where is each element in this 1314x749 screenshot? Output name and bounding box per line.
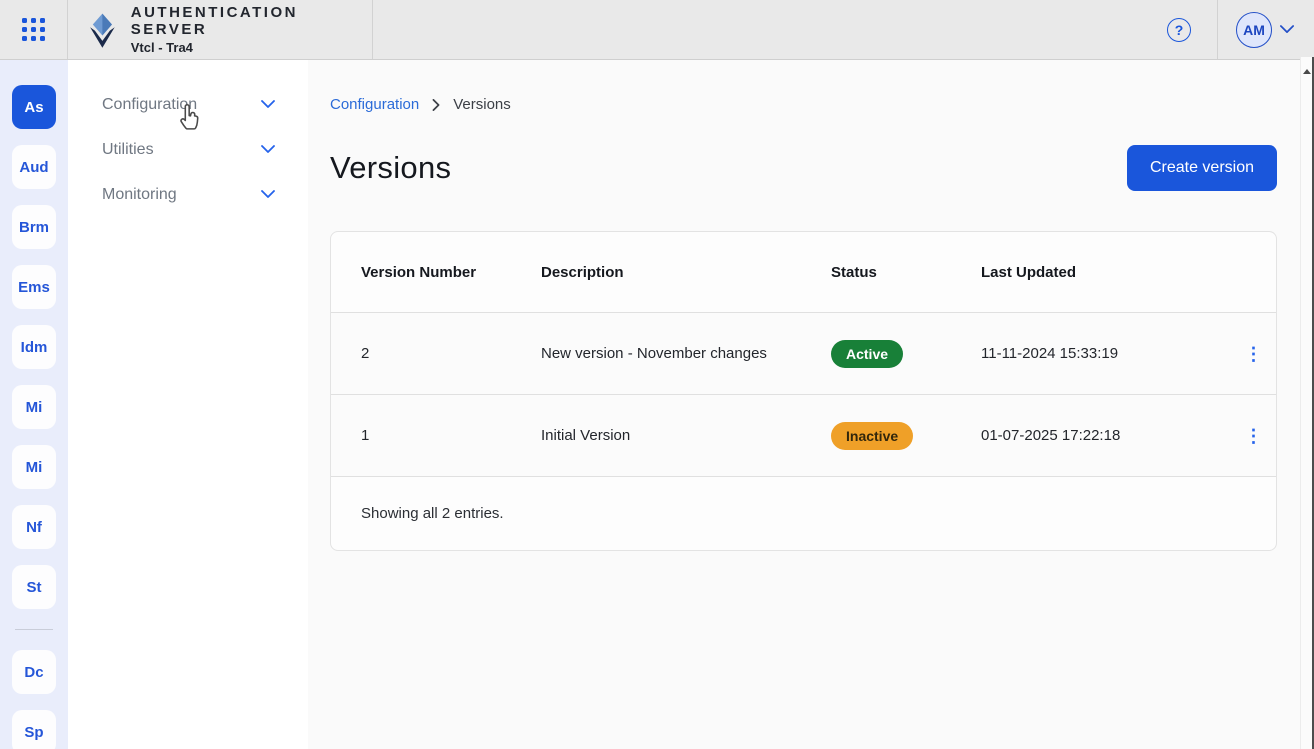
sidebar-item-configuration[interactable]: Configuration bbox=[68, 82, 308, 127]
app-title: AUTHENTICATION SERVER bbox=[131, 4, 372, 38]
column-header-status: Status bbox=[831, 264, 981, 281]
column-header-description: Description bbox=[541, 264, 831, 281]
breadcrumb: Configuration Versions bbox=[330, 96, 1277, 113]
cell-version-number: 1 bbox=[361, 427, 541, 444]
table-row: 2 New version - November changes Active … bbox=[331, 312, 1276, 394]
app-subtitle: Vtcl - Tra4 bbox=[131, 40, 372, 55]
rail-item-ems[interactable]: Ems bbox=[12, 265, 56, 309]
sidebar-item-utilities[interactable]: Utilities bbox=[68, 127, 308, 172]
chevron-down-icon bbox=[261, 190, 275, 199]
help-icon: ? bbox=[1175, 22, 1184, 38]
rail-item-mi-1[interactable]: Mi bbox=[12, 385, 56, 429]
create-version-button[interactable]: Create version bbox=[1127, 145, 1277, 191]
breadcrumb-link-configuration[interactable]: Configuration bbox=[330, 96, 419, 113]
chevron-down-icon bbox=[1280, 25, 1294, 34]
sidebar-item-monitoring[interactable]: Monitoring bbox=[68, 172, 308, 217]
avatar: AM bbox=[1236, 12, 1272, 48]
table-entries-summary: Showing all 2 entries. bbox=[331, 476, 1276, 550]
main-content: Configuration Versions Versions Create v… bbox=[308, 60, 1314, 749]
help-button[interactable]: ? bbox=[1167, 18, 1191, 42]
page-title: Versions bbox=[330, 150, 451, 186]
table-row: 1 Initial Version Inactive 01-07-2025 17… bbox=[331, 394, 1276, 476]
chevron-down-icon bbox=[261, 145, 275, 154]
column-header-last-updated: Last Updated bbox=[981, 264, 1231, 281]
rail-item-aud[interactable]: Aud bbox=[12, 145, 56, 189]
chevron-down-icon bbox=[261, 100, 275, 109]
rail-item-dc[interactable]: Dc bbox=[12, 650, 56, 694]
cell-description: New version - November changes bbox=[541, 345, 831, 362]
cell-last-updated: 01-07-2025 17:22:18 bbox=[981, 427, 1231, 444]
rail-item-sp[interactable]: Sp bbox=[12, 710, 56, 749]
table-header-row: Version Number Description Status Last U… bbox=[331, 232, 1276, 312]
app-logo-icon bbox=[86, 12, 119, 48]
cell-version-number: 2 bbox=[361, 345, 541, 362]
cell-description: Initial Version bbox=[541, 427, 831, 444]
sidebar-item-label: Utilities bbox=[102, 141, 154, 159]
brand: AUTHENTICATION SERVER Vtcl - Tra4 bbox=[68, 0, 373, 59]
scroll-up-arrow-icon[interactable] bbox=[1303, 69, 1311, 74]
app-launcher-button[interactable] bbox=[0, 0, 68, 59]
sidebar-nav: Configuration Utilities Monitoring bbox=[68, 60, 308, 749]
sidebar-item-label: Configuration bbox=[102, 96, 197, 114]
status-badge: Active bbox=[831, 340, 903, 368]
rail-item-st[interactable]: St bbox=[12, 565, 56, 609]
account-menu[interactable]: AM bbox=[1218, 0, 1314, 59]
cell-last-updated: 11-11-2024 15:33:19 bbox=[981, 345, 1231, 362]
rail-item-mi-2[interactable]: Mi bbox=[12, 445, 56, 489]
versions-table: Version Number Description Status Last U… bbox=[330, 231, 1277, 551]
page-scrollbar[interactable] bbox=[1300, 57, 1314, 749]
top-header: AUTHENTICATION SERVER Vtcl - Tra4 ? AM bbox=[0, 0, 1314, 60]
rail-item-idm[interactable]: Idm bbox=[12, 325, 56, 369]
rail-item-nf[interactable]: Nf bbox=[12, 505, 56, 549]
app-grid-icon bbox=[22, 18, 45, 41]
column-header-version-number: Version Number bbox=[361, 264, 541, 281]
rail-item-brm[interactable]: Brm bbox=[12, 205, 56, 249]
row-actions-kebab-icon[interactable]: ⋮ bbox=[1237, 423, 1271, 449]
chevron-right-icon bbox=[431, 99, 441, 111]
rail-divider bbox=[15, 629, 53, 630]
sidebar-item-label: Monitoring bbox=[102, 186, 177, 204]
row-actions-kebab-icon[interactable]: ⋮ bbox=[1237, 341, 1271, 367]
module-rail: As Aud Brm Ems Idm Mi Mi Nf St Dc Sp bbox=[0, 60, 68, 749]
breadcrumb-current: Versions bbox=[453, 96, 511, 113]
rail-item-as[interactable]: As bbox=[12, 85, 56, 129]
status-badge: Inactive bbox=[831, 422, 913, 450]
